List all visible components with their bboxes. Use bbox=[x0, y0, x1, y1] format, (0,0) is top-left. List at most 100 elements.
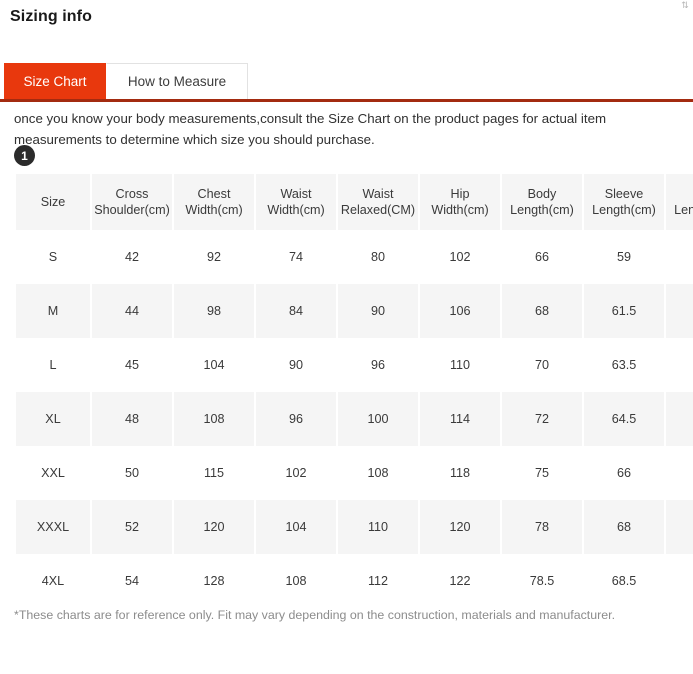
cell-measurement: 100 bbox=[338, 392, 418, 446]
cell-measurement: 104 bbox=[174, 338, 254, 392]
column-header-line: Hip bbox=[450, 187, 470, 201]
column-header-line: Cross bbox=[115, 187, 149, 201]
cell-measurement: 110 bbox=[666, 338, 693, 392]
cell-measurement: 78.5 bbox=[502, 554, 582, 608]
cell-measurement: 106 bbox=[420, 284, 500, 338]
column-header-0: Size bbox=[16, 174, 90, 230]
cell-measurement: 120 bbox=[420, 500, 500, 554]
cell-measurement: 61.5 bbox=[584, 284, 664, 338]
tab-bar: Size Chart How to Measure bbox=[0, 63, 693, 99]
page-title: Sizing info bbox=[10, 8, 92, 25]
table-row: L4510490961107063.5110 bbox=[16, 338, 693, 392]
cell-measurement: 90 bbox=[338, 284, 418, 338]
column-header-line: Shoulder(cm) bbox=[94, 203, 170, 217]
cell-size-label: M bbox=[16, 284, 90, 338]
cell-measurement: 66 bbox=[584, 446, 664, 500]
table-row: XXL501151021081187566114 bbox=[16, 446, 693, 500]
cell-measurement: 68 bbox=[502, 284, 582, 338]
cell-measurement: 112 bbox=[666, 392, 693, 446]
cell-measurement: 112 bbox=[338, 554, 418, 608]
cell-measurement: 78 bbox=[502, 500, 582, 554]
cell-measurement: 98 bbox=[174, 284, 254, 338]
cell-measurement: 108 bbox=[174, 392, 254, 446]
cell-measurement: 107 bbox=[666, 284, 693, 338]
column-header-line: Width(cm) bbox=[431, 203, 489, 217]
column-header-6: Body Length(cm) bbox=[502, 174, 582, 230]
cell-measurement: 52 bbox=[92, 500, 172, 554]
cell-measurement: 75 bbox=[502, 446, 582, 500]
cell-measurement: 96 bbox=[338, 338, 418, 392]
cell-measurement: 108 bbox=[256, 554, 336, 608]
tab-size-chart[interactable]: Size Chart bbox=[4, 63, 106, 99]
cell-measurement: 118 bbox=[420, 446, 500, 500]
column-header-line: Length(cm) bbox=[592, 203, 656, 217]
table-row: 4XL5412810811212278.568.5114 bbox=[16, 554, 693, 608]
cell-measurement: 110 bbox=[338, 500, 418, 554]
cell-measurement: 63.5 bbox=[584, 338, 664, 392]
cell-measurement: 114 bbox=[666, 554, 693, 608]
cell-measurement: 84 bbox=[256, 284, 336, 338]
cell-size-label: XXL bbox=[16, 446, 90, 500]
column-header-line: Length(cm) bbox=[510, 203, 574, 217]
column-header-3: Waist Width(cm) bbox=[256, 174, 336, 230]
column-header-line: Width(cm) bbox=[267, 203, 325, 217]
cell-measurement: 104 bbox=[256, 500, 336, 554]
cell-measurement: 54 bbox=[92, 554, 172, 608]
cell-measurement: 128 bbox=[174, 554, 254, 608]
cell-measurement: 102 bbox=[420, 230, 500, 284]
column-header-line: Waist bbox=[280, 187, 312, 201]
cell-measurement: 92 bbox=[174, 230, 254, 284]
column-header-line: Relaxed(CM) bbox=[340, 203, 416, 217]
step-number-badge: 1 bbox=[14, 145, 35, 166]
column-header-line: Length(cm) bbox=[674, 203, 693, 217]
cell-measurement: 59 bbox=[584, 230, 664, 284]
cell-measurement: 120 bbox=[174, 500, 254, 554]
cell-measurement: 108 bbox=[338, 446, 418, 500]
cell-measurement: 66 bbox=[502, 230, 582, 284]
table-row: XL48108961001147264.5112 bbox=[16, 392, 693, 446]
cell-measurement: 45 bbox=[92, 338, 172, 392]
disclaimer-footnote: *These charts are for reference only. Fi… bbox=[14, 608, 616, 622]
cell-measurement: 68 bbox=[584, 500, 664, 554]
table-header: Size Cross Shoulder(cm) Chest Width(cm) Waist… bbox=[16, 174, 693, 230]
column-header-4: Waist Relaxed(CM) bbox=[338, 174, 418, 230]
scroll-indicator-icon: ⇅ bbox=[681, 0, 689, 10]
tab-how-to-measure-label: How to Measure bbox=[127, 74, 227, 89]
cell-measurement: 64.5 bbox=[584, 392, 664, 446]
cell-size-label: S bbox=[16, 230, 90, 284]
column-header-line: Chest bbox=[197, 187, 231, 201]
column-header-line: Sleeve bbox=[604, 187, 644, 201]
cell-size-label: L bbox=[16, 338, 90, 392]
cell-measurement: 110 bbox=[420, 338, 500, 392]
cell-measurement: 114 bbox=[420, 392, 500, 446]
cell-measurement: 115 bbox=[174, 446, 254, 500]
tab-size-chart-label: Size Chart bbox=[23, 73, 87, 89]
cell-size-label: XL bbox=[16, 392, 90, 446]
cell-measurement: 122 bbox=[420, 554, 500, 608]
cell-measurement: 48 bbox=[92, 392, 172, 446]
table-row: M449884901066861.5107 bbox=[16, 284, 693, 338]
cell-measurement: 102 bbox=[256, 446, 336, 500]
column-header-5: Hip Width(cm) bbox=[420, 174, 500, 230]
cell-measurement: 96 bbox=[256, 392, 336, 446]
column-header-line: Width(cm) bbox=[185, 203, 243, 217]
size-chart-table: Size Cross Shoulder(cm) Chest Width(cm) Waist… bbox=[14, 174, 693, 608]
column-header-line: Size bbox=[40, 195, 66, 209]
size-chart-table-container: Size Cross Shoulder(cm) Chest Width(cm) Waist… bbox=[14, 174, 693, 608]
table-row: XXXL521201041101207868114 bbox=[16, 500, 693, 554]
cell-measurement: 72 bbox=[502, 392, 582, 446]
table-body: S429274801026659104M449884901066861.5107… bbox=[16, 230, 693, 608]
cell-measurement: 68.5 bbox=[584, 554, 664, 608]
cell-measurement: 74 bbox=[256, 230, 336, 284]
cell-measurement: 42 bbox=[92, 230, 172, 284]
tab-underline-divider bbox=[0, 99, 693, 102]
tab-how-to-measure[interactable]: How to Measure bbox=[106, 63, 248, 99]
cell-measurement: 114 bbox=[666, 446, 693, 500]
cell-measurement: 70 bbox=[502, 338, 582, 392]
cell-measurement: 44 bbox=[92, 284, 172, 338]
cell-measurement: 50 bbox=[92, 446, 172, 500]
table-header-row: Size Cross Shoulder(cm) Chest Width(cm) Waist… bbox=[16, 174, 693, 230]
column-header-line: Body bbox=[527, 187, 557, 201]
column-header-1: Cross Shoulder(cm) bbox=[92, 174, 172, 230]
cell-measurement: 90 bbox=[256, 338, 336, 392]
